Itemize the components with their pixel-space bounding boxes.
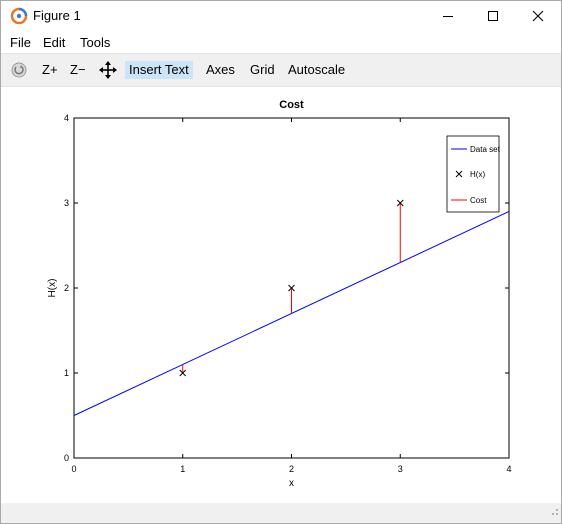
x-tick-label: 2 (289, 464, 294, 474)
pan-move-icon[interactable] (98, 60, 118, 85)
grid-button[interactable]: Grid (250, 61, 275, 79)
x-axis-label: x (289, 478, 294, 489)
rotate-tool-icon[interactable] (10, 61, 28, 84)
y-tick-label: 0 (64, 453, 69, 463)
x-tick-label: 1 (180, 464, 185, 474)
status-bar (1, 503, 561, 523)
legend-label-cost: Cost (470, 196, 487, 205)
maximize-button[interactable] (470, 1, 516, 31)
y-tick-label: 1 (64, 368, 69, 378)
figure-toolbar: Z+ Z− Insert Text Axes Grid Autoscale (1, 53, 561, 87)
minimize-button[interactable] (425, 1, 471, 31)
close-icon (532, 10, 544, 22)
menu-file[interactable]: File (10, 35, 31, 50)
title-bar: Figure 1 (1, 1, 561, 31)
menu-tools[interactable]: Tools (80, 35, 110, 50)
close-button[interactable] (515, 1, 561, 31)
y-tick-label: 3 (64, 198, 69, 208)
maximize-icon (488, 11, 498, 21)
x-tick-label: 4 (506, 464, 511, 474)
axes-button[interactable]: Axes (206, 61, 235, 79)
legend-label-hx: H(x) (470, 170, 485, 179)
chart-title: Cost (279, 99, 304, 111)
figure-canvas[interactable]: Cost 0 1 2 3 4 0 1 2 3 4 x H(x) Data set H(x) Cost (1, 87, 561, 503)
minimize-icon (443, 16, 453, 17)
plot-area[interactable]: Cost 0 1 2 3 4 0 1 2 3 4 x H(x) Data set H(x) Cost (1, 87, 561, 503)
menu-bar: File Edit Tools (1, 32, 561, 52)
window-title: Figure 1 (33, 8, 81, 23)
autoscale-button[interactable]: Autoscale (288, 61, 345, 79)
zoom-out-button[interactable]: Z− (70, 61, 86, 79)
zoom-in-button[interactable]: Z+ (42, 61, 58, 79)
octave-app-icon (10, 7, 28, 25)
y-axis-label: H(x) (47, 279, 58, 298)
resize-grip-icon[interactable] (549, 503, 559, 521)
figure-window: Figure 1 File Edit Tools Z+ Z− Insert Te… (0, 0, 562, 524)
insert-text-button[interactable]: Insert Text (125, 61, 193, 79)
y-tick-label: 2 (64, 283, 69, 293)
y-tick-label: 4 (64, 113, 69, 123)
x-tick-label: 0 (71, 464, 76, 474)
legend-label-data-set: Data set (470, 145, 501, 154)
menu-edit[interactable]: Edit (43, 35, 65, 50)
x-tick-label: 3 (398, 464, 403, 474)
